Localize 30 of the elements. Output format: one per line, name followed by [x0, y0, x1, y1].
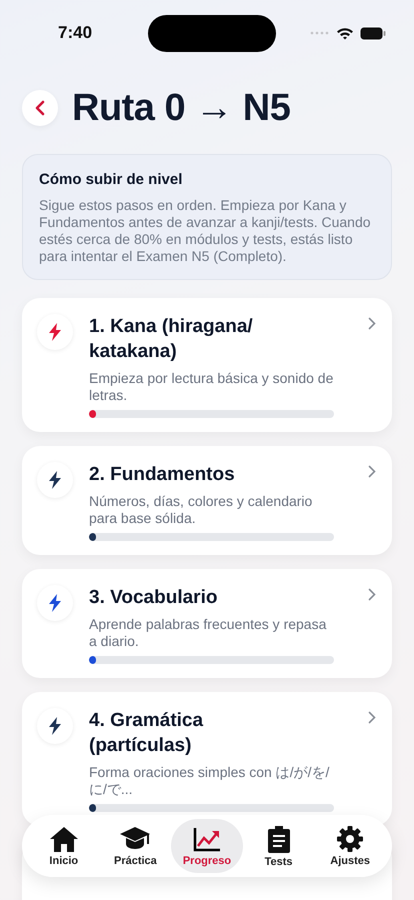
- info-title: Cómo subir de nivel: [39, 171, 184, 188]
- clipboard-icon: [266, 824, 291, 854]
- step-description: Números, días, colores y calendario para base sólida.: [89, 493, 314, 527]
- chart-icon: [192, 825, 222, 853]
- back-button[interactable]: [22, 90, 58, 126]
- settings-icon: [336, 825, 364, 853]
- step-description: Aprende palabras frecuentes y repasa a diario.: [89, 616, 328, 650]
- info-text: Sigue estos pasos en orden. Empieza por Kana y Fundamentos antes de avanzar a kanji/tests. Cuando estés cerca de 80% en módulos y tests, estás listo para intentar el Examen N5 (Completo).: [39, 197, 372, 265]
- wifi-icon: [336, 26, 354, 40]
- step-description: Forma oraciones simples con は/が/を/に/で...: [89, 764, 330, 798]
- step-card[interactable]: 1. Kana (hiragana/ katakana) Empieza por lectura básica y sonido de letras.: [22, 298, 392, 432]
- chevron-right-icon: [368, 711, 376, 724]
- battery-icon: [360, 26, 386, 40]
- status-time: 7:40: [58, 23, 92, 43]
- step-card[interactable]: 3. Vocabulario Aprende palabras frecuentes y repasa a diario.: [22, 569, 392, 678]
- page-title: Ruta 0 → N5: [72, 86, 290, 130]
- step-title: 4. Gramática (partículas): [89, 709, 204, 758]
- back-chevron-icon: [34, 100, 46, 116]
- step-card[interactable]: 4. Gramática (partículas) Forma oraciones simples con は/が/を/に/で...: [22, 692, 392, 826]
- step-description: Empieza por lectura básica y sonido de letras.: [89, 370, 334, 404]
- tab-item[interactable]: Progreso: [171, 819, 243, 873]
- home-icon: [48, 825, 79, 853]
- chevron-right-icon: [368, 465, 376, 478]
- chevron-right-icon: [368, 317, 376, 330]
- step-card[interactable]: 2. Fundamentos Números, días, colores y calendario para base sólida.: [22, 446, 392, 555]
- signal-icon: [310, 31, 330, 35]
- step-title: 3. Vocabulario: [89, 586, 218, 610]
- step-title: 1. Kana (hiragana/ katakana): [89, 315, 254, 364]
- chevron-right-icon: [368, 588, 376, 601]
- step-title: 2. Fundamentos: [89, 463, 236, 487]
